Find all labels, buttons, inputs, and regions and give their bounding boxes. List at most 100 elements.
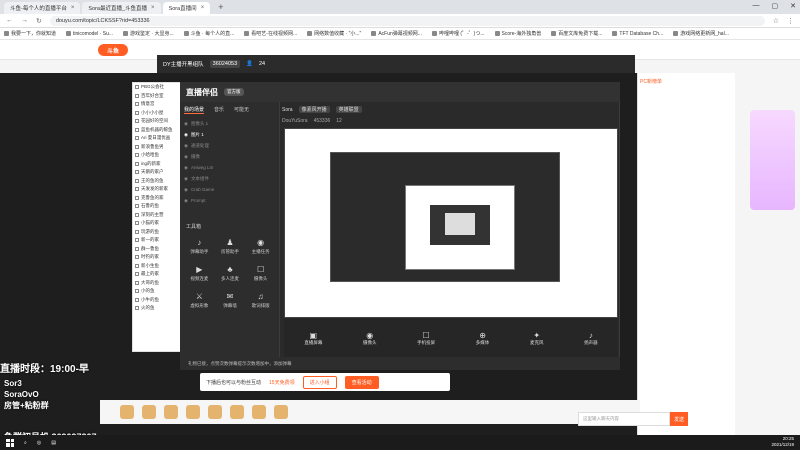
browser-tab-3[interactable]: Sora直播间 ×	[162, 2, 211, 14]
checkbox-icon[interactable]	[135, 178, 139, 183]
eye-icon[interactable]: ◉	[184, 165, 188, 171]
tool-button[interactable]: ♪ 弹幕助手	[184, 238, 215, 255]
tool-button[interactable]: ♟ 房管助手	[215, 238, 246, 255]
room-list-item[interactable]: 情意宫	[133, 100, 181, 109]
room-list-item[interactable]: 群一鲁鱼	[133, 245, 181, 254]
stream-tag[interactable]: 像素风开播	[298, 106, 330, 113]
checkbox-icon[interactable]	[135, 246, 139, 251]
close-icon[interactable]: ×	[71, 5, 75, 11]
room-list-item[interactable]: 天鹅的家户	[133, 168, 181, 177]
bookmark[interactable]: 斗鱼 · 每个人的直...	[183, 30, 234, 37]
checkbox-icon[interactable]	[135, 187, 139, 192]
close-window-button[interactable]: ✕	[790, 2, 796, 10]
tab-other[interactable]: 可能无	[234, 106, 249, 114]
source-button[interactable]: ▣ 直播屏幕	[304, 331, 322, 346]
source-button[interactable]: ♪ 扬声器	[584, 331, 598, 346]
checkbox-icon[interactable]	[135, 255, 139, 260]
scene-item[interactable]: ◉ Crab Game	[184, 184, 276, 195]
tool-button[interactable]: ✉ 弹幕墙	[215, 292, 246, 309]
gift-icon[interactable]	[208, 405, 222, 419]
checkbox-icon[interactable]	[135, 195, 139, 200]
checkbox-icon[interactable]	[135, 93, 139, 98]
room-list-item[interactable]: 石鲁的鱼	[133, 202, 181, 211]
checkbox-icon[interactable]	[135, 212, 139, 217]
room-list-item[interactable]: 小小小小屋	[133, 109, 181, 118]
bookmark[interactable]: 哔哩哔哩 (゜-゜)つ...	[431, 30, 485, 37]
room-list-item[interactable]: 天发发的新家	[133, 185, 181, 194]
scene-item[interactable]: ◉ 摄像	[184, 151, 276, 162]
checkbox-icon[interactable]	[135, 297, 139, 302]
browser-tab-1[interactable]: 斗鱼-每个人的直播平台 ×	[4, 2, 81, 14]
room-list-item[interactable]: 新一的家	[133, 236, 181, 245]
tool-button[interactable]: ♣ 多人连麦	[215, 265, 246, 282]
folder-icon[interactable]: ▤	[51, 440, 56, 446]
gift-icon[interactable]	[230, 405, 244, 419]
room-list-item[interactable]: 百年好合室	[133, 92, 181, 101]
source-button[interactable]: ◉ 摄像头	[363, 331, 377, 346]
room-list-item[interactable]: 小哈哈鱼	[133, 151, 181, 160]
room-list-item[interactable]: 玩游的鱼	[133, 228, 181, 237]
gift-icon[interactable]	[186, 405, 200, 419]
eye-icon[interactable]: ◉	[184, 154, 188, 160]
windows-start-icon[interactable]	[6, 438, 14, 447]
gift-icon[interactable]	[120, 405, 134, 419]
checkbox-icon[interactable]	[135, 263, 139, 268]
room-list-item[interactable]: Ari 夏日漫优画	[133, 134, 181, 143]
scene-item[interactable]: ◉ 图像头 1	[184, 118, 276, 129]
checkbox-icon[interactable]	[135, 238, 139, 243]
tool-button[interactable]: ⚔ 虚拟形象	[184, 292, 215, 309]
gift-icon[interactable]	[252, 405, 266, 419]
checkbox-icon[interactable]	[135, 102, 139, 107]
reload-icon[interactable]: ↻	[36, 17, 42, 25]
scene-item[interactable]: ◉ 通道处理	[184, 140, 276, 151]
url-input[interactable]: douyu.com/topic/LCKSSF?rid=453336	[49, 15, 765, 26]
back-icon[interactable]: ←	[6, 17, 13, 24]
checkbox-icon[interactable]	[135, 204, 139, 209]
checkbox-icon[interactable]	[135, 85, 139, 90]
room-list-item[interactable]: 蓝鱼机器的鲸鱼	[133, 126, 181, 135]
chrome-icon[interactable]: ◎	[37, 440, 41, 446]
enter-group-button[interactable]: 进入小组	[302, 375, 337, 389]
promo-banner[interactable]	[750, 110, 795, 210]
bookmark[interactable]: Score-海外独角兽	[494, 30, 541, 37]
checkbox-icon[interactable]	[135, 136, 139, 141]
room-list-item[interactable]: 克鲁鱼的家	[133, 194, 181, 203]
checkbox-icon[interactable]	[135, 153, 139, 158]
bookmark[interactable]: tinicomodel · Su...	[66, 31, 113, 37]
checkbox-icon[interactable]	[135, 306, 139, 311]
search-icon[interactable]: ⌕	[24, 440, 27, 446]
source-button[interactable]: ☐ 手机投屏	[417, 331, 435, 346]
view-activity-button[interactable]: 查看活动	[344, 375, 379, 389]
minimize-button[interactable]: —	[753, 2, 760, 10]
room-list-item[interactable]: 王的鱼的鱼	[133, 177, 181, 186]
rank-tab[interactable]: PC新榜单	[640, 78, 662, 85]
room-list-item[interactable]: 小猫的家	[133, 219, 181, 228]
eye-icon[interactable]: ◉	[184, 132, 188, 138]
bookmark[interactable]: 游戏网络更新网_hal...	[673, 30, 729, 37]
checkbox-icon[interactable]	[135, 144, 139, 149]
eye-icon[interactable]: ◉	[184, 121, 188, 127]
tab-scenes[interactable]: 我的场景	[184, 106, 205, 114]
checkbox-icon[interactable]	[135, 289, 139, 294]
room-list-item[interactable]: 火的鱼	[133, 304, 181, 313]
browser-tab-2[interactable]: Sora最近直播_斗鱼直播 ×	[82, 2, 161, 14]
scene-item[interactable]: ◉ Aniweg Ltn	[184, 162, 276, 173]
room-list-item[interactable]: ing的新家	[133, 160, 181, 169]
room-list-item[interactable]: 时钓的家	[133, 253, 181, 262]
checkbox-icon[interactable]	[135, 221, 139, 226]
tool-button[interactable]: ▶ 视频连麦	[184, 265, 215, 282]
tab-music[interactable]: 音乐	[214, 106, 224, 114]
bookmark[interactable]: TFT Database Ch...	[612, 31, 663, 37]
close-icon[interactable]: ×	[151, 5, 155, 11]
room-list-item[interactable]: 花园好的空间	[133, 117, 181, 126]
bookmark[interactable]: 网络数值收藏 · "小..."	[307, 30, 361, 37]
checkbox-icon[interactable]	[135, 272, 139, 277]
eye-icon[interactable]: ◉	[184, 176, 188, 182]
checkbox-icon[interactable]	[135, 119, 139, 124]
room-list-item[interactable]: PBG公会社	[133, 83, 181, 92]
scene-item[interactable]: ◉ 图片 1	[184, 129, 276, 140]
room-list-item[interactable]: 新浪鲁鱼男	[133, 143, 181, 152]
eye-icon[interactable]: ◉	[184, 187, 188, 193]
maximize-button[interactable]: ▢	[772, 2, 779, 10]
tool-button[interactable]: ◉ 主播任务	[245, 238, 276, 255]
